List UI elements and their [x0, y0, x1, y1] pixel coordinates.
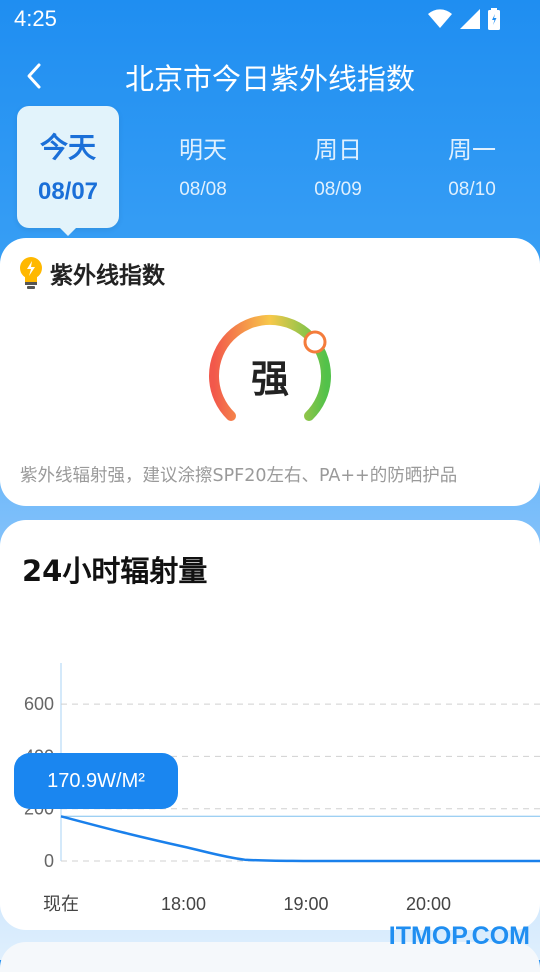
tab-day-label: 今天	[17, 126, 119, 166]
x-tick-label: 20:00	[406, 894, 451, 914]
tab-sunday[interactable]: 周日 08/09	[287, 106, 389, 228]
day-tabs: 今天 08/07 明天 08/08 周日 08/09 周一 08/10	[0, 106, 540, 236]
series-line	[61, 816, 540, 861]
x-tick-label: 19:00	[283, 894, 328, 914]
page-title: 北京市今日紫外线指数	[0, 56, 540, 98]
signal-icon	[460, 9, 480, 29]
uv-card-title: 紫外线指数	[50, 256, 165, 290]
tab-day-label: 明天	[152, 130, 254, 165]
y-tick-label: 600	[24, 694, 54, 714]
uv-index-card: 紫外线指数 强 紫外线辐射强，建议涂擦SPF20左右、PA++的防晒护品	[0, 238, 540, 506]
title-bar: 北京市今日紫外线指数	[0, 48, 540, 104]
tab-tomorrow[interactable]: 明天 08/08	[152, 106, 254, 228]
watermark: ITMOP.COM	[389, 922, 530, 951]
uv-advice: 紫外线辐射强，建议涂擦SPF20左右、PA++的防晒护品	[20, 462, 525, 487]
tab-date-label: 08/09	[287, 179, 389, 201]
tab-day-label: 周一	[421, 130, 523, 165]
uv-card-header: 紫外线指数	[18, 256, 165, 290]
value-tooltip: 170.9W/M²	[14, 753, 178, 809]
tab-day-label: 周日	[287, 130, 389, 165]
status-time: 4:25	[14, 6, 57, 32]
tab-today[interactable]: 今天 08/07	[17, 106, 119, 228]
x-tick-label: 18:00	[161, 894, 206, 914]
y-tick-label: 0	[44, 851, 54, 871]
lightbulb-icon	[18, 256, 44, 290]
radiation-card: 24小时辐射量 0200400600现在18:0019:0020:0021 17…	[0, 520, 540, 930]
status-icons	[428, 8, 500, 30]
battery-icon	[488, 8, 500, 30]
wifi-icon	[428, 9, 452, 29]
active-tab-pointer	[58, 226, 78, 236]
status-bar: 4:25	[0, 0, 540, 40]
radiation-chart[interactable]: 0200400600现在18:0019:0020:0021	[0, 520, 540, 930]
uv-gauge: 强	[200, 304, 340, 434]
x-tick-label: 现在	[43, 894, 79, 914]
uv-level: 强	[200, 348, 340, 403]
tab-monday[interactable]: 周一 08/10	[421, 106, 523, 228]
tab-date-label: 08/10	[421, 179, 523, 201]
tab-date-label: 08/08	[152, 179, 254, 201]
tab-date-label: 08/07	[17, 178, 119, 206]
